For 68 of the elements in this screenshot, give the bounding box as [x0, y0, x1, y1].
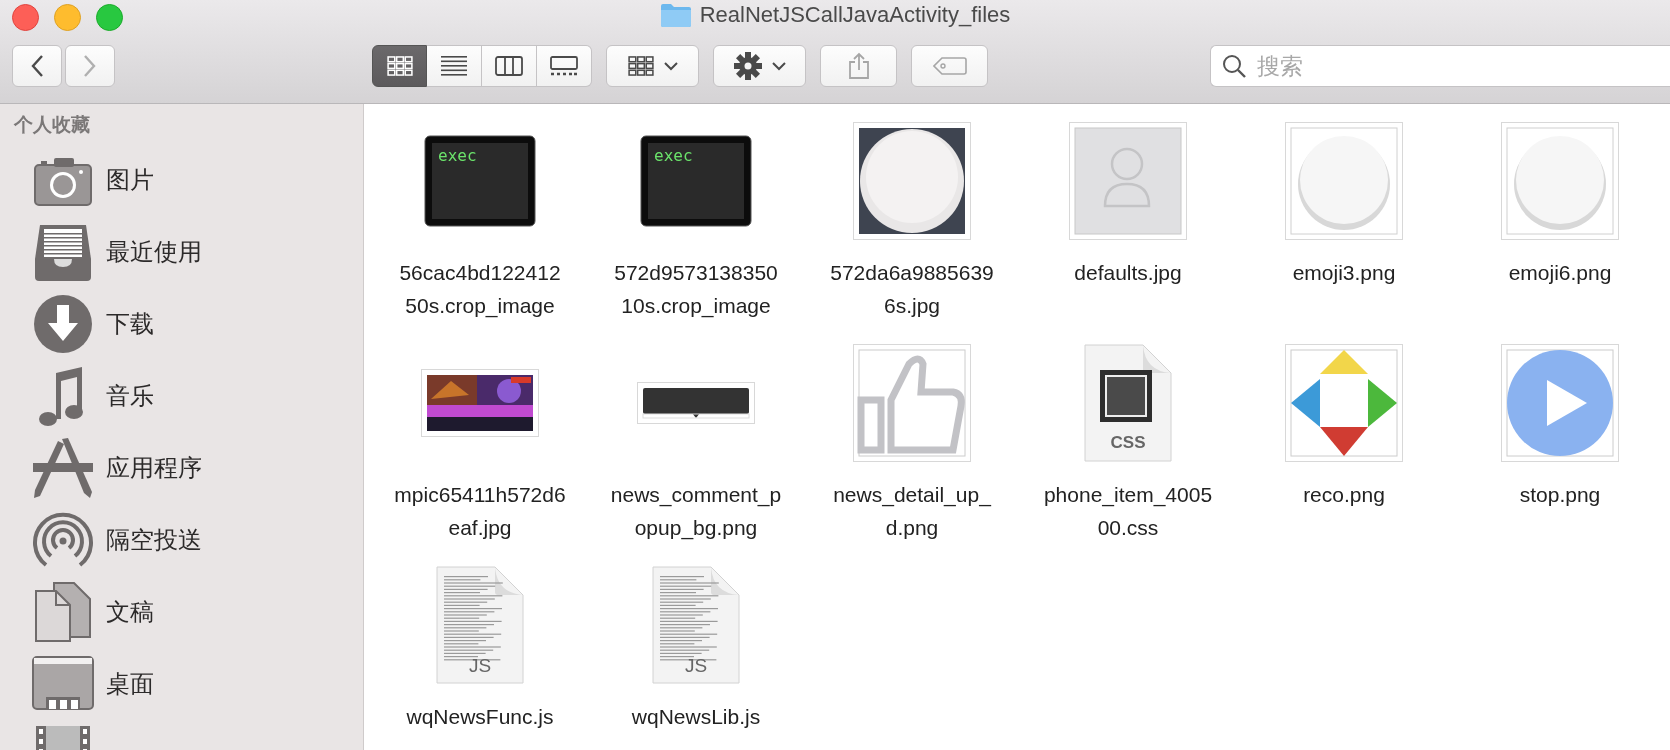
file-type-label: JS: [684, 655, 708, 676]
file-name[interactable]: phone_item_400500.css: [1042, 478, 1214, 544]
download-icon: [32, 293, 94, 355]
image-thumbnail[interactable]: [1069, 122, 1187, 240]
file-name[interactable]: 572da6a98856396s.jpg: [826, 256, 998, 322]
view-mode-button[interactable]: [427, 45, 482, 87]
caret-icon: [771, 61, 786, 71]
search-field[interactable]: 搜索: [1210, 45, 1670, 87]
caret-icon: [663, 61, 678, 71]
app-store-icon: [32, 437, 94, 499]
sidebar-item[interactable]: 应用程序: [106, 452, 202, 484]
file-name[interactable]: 56cac4bd12241250s.crop_image: [394, 256, 566, 322]
icon-label: exec: [438, 146, 477, 165]
terminal-icon[interactable]: exec: [640, 135, 752, 227]
column-view-icon: [495, 56, 523, 76]
file-name[interactable]: stop.png: [1474, 478, 1646, 511]
folder-icon: [659, 2, 692, 28]
file-name[interactable]: wqNewsFunc.js: [394, 700, 566, 733]
file-name[interactable]: defaults.jpg: [1042, 256, 1214, 289]
search-icon: [1222, 54, 1246, 78]
image-thumbnail[interactable]: [1501, 122, 1619, 240]
file-type-label: JS: [468, 655, 492, 676]
document-icon[interactable]: JS: [436, 566, 524, 684]
sidebar-item[interactable]: 隔空投送: [106, 524, 202, 556]
share-icon: [847, 52, 870, 80]
group-button[interactable]: [606, 45, 699, 87]
icon-label: exec: [654, 146, 693, 165]
image-thumbnail[interactable]: [637, 382, 755, 424]
document-icon[interactable]: CSS: [1084, 344, 1172, 462]
image-thumbnail[interactable]: [853, 122, 971, 240]
image-thumbnail[interactable]: [1285, 122, 1403, 240]
sidebar-item[interactable]: 最近使用: [106, 236, 202, 268]
file-type-label: CSS: [1110, 433, 1146, 452]
file-name[interactable]: wqNewsLib.js: [610, 700, 782, 733]
back-button[interactable]: [12, 45, 62, 87]
gear-icon: [733, 52, 762, 80]
window-title: RealNetJSCallJavaActivity_files: [699, 2, 1011, 28]
sidebar-item[interactable]: 桌面: [106, 668, 154, 700]
sidebar-item[interactable]: 文稿: [106, 596, 154, 628]
chevron-right-icon: [83, 54, 97, 78]
terminal-icon[interactable]: exec: [424, 135, 536, 227]
file-name[interactable]: reco.png: [1258, 478, 1430, 511]
sidebar-item[interactable]: 图片: [106, 164, 154, 196]
image-thumbnail[interactable]: [853, 344, 971, 462]
tag-icon: [932, 57, 967, 75]
view-mode-button[interactable]: [537, 45, 592, 87]
image-thumbnail[interactable]: [1285, 344, 1403, 462]
view-mode-button[interactable]: [372, 45, 427, 87]
view-mode-button[interactable]: [482, 45, 537, 87]
sidebar-item[interactable]: 音乐: [106, 380, 154, 412]
action-button[interactable]: [713, 45, 806, 87]
gallery-view-icon: [550, 56, 578, 76]
file-name[interactable]: news_comment_popup_bg.png: [610, 478, 782, 544]
file-name[interactable]: news_detail_up_d.png: [826, 478, 998, 544]
sidebar-section-title: 个人收藏: [14, 112, 90, 137]
list-view-icon: [441, 56, 467, 76]
documents-icon: [32, 581, 94, 643]
sidebar-item[interactable]: 下载: [106, 308, 154, 340]
icon-view-icon: [386, 56, 413, 76]
file-name[interactable]: mpic65411h572d6eaf.jpg: [394, 478, 566, 544]
close-button[interactable]: [12, 3, 39, 31]
grid-icon: [627, 56, 654, 76]
file-name[interactable]: emoji6.png: [1474, 256, 1646, 289]
chevron-left-icon: [30, 54, 44, 78]
document-icon[interactable]: JS: [652, 566, 740, 684]
image-thumbnail[interactable]: [1501, 344, 1619, 462]
file-name[interactable]: emoji3.png: [1258, 256, 1430, 289]
file-name[interactable]: 572d957313835010s.crop_image: [610, 256, 782, 322]
